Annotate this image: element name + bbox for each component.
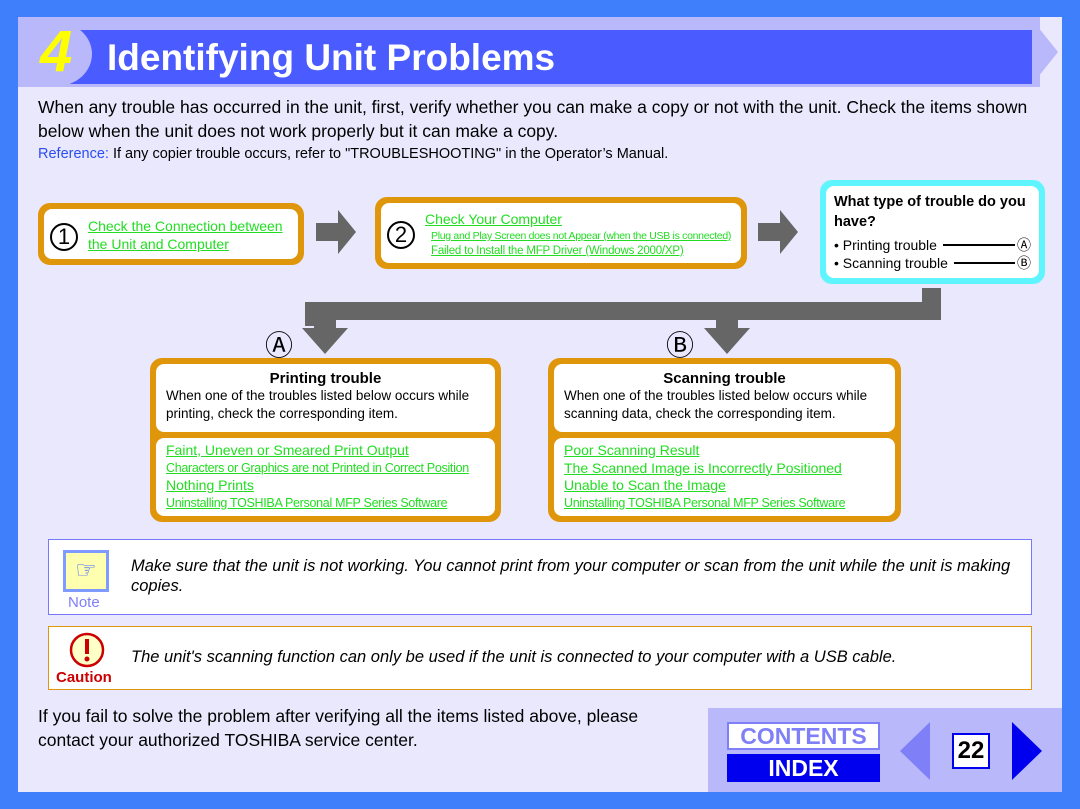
- link-line1[interactable]: Check the Connection between: [88, 218, 283, 234]
- position-link[interactable]: Characters or Graphics are not Printed i…: [166, 460, 485, 478]
- arrow-line: [953, 254, 1015, 264]
- link-line2[interactable]: the Unit and Computer: [88, 236, 229, 252]
- trouble-type-question: What type of trouble do you have?: [834, 194, 1026, 230]
- index-button[interactable]: INDEX: [727, 754, 880, 782]
- step1-number: 1: [50, 223, 78, 251]
- check-connection-link[interactable]: Check the Connection between the Unit and…: [88, 217, 283, 253]
- printing-trouble-desc: When one of the troubles listed below oc…: [166, 388, 470, 421]
- step1-box: 1 Check the Connection between the Unit a…: [38, 203, 304, 265]
- arrow-line: [942, 236, 1015, 246]
- next-page-icon[interactable]: [1012, 722, 1042, 780]
- page-number: 22: [952, 733, 990, 769]
- caution-text: The unit's scanning function can only be…: [131, 648, 897, 666]
- unable-scan-link[interactable]: Unable to Scan the Image: [564, 477, 885, 495]
- printing-trouble-box: Printing trouble When one of the trouble…: [150, 358, 501, 522]
- note-text: Make sure that the unit is not working. …: [131, 557, 1011, 595]
- right-arrow-icon: [758, 210, 798, 254]
- intro-text: When any trouble has occurred in the uni…: [38, 97, 1028, 141]
- trouble-type-box: What type of trouble do you have? • Prin…: [820, 180, 1045, 284]
- plug-and-play-link[interactable]: Plug and Play Screen does not Appear (wh…: [431, 230, 731, 242]
- option-target: Ⓑ: [1017, 255, 1031, 271]
- install-driver-link[interactable]: Failed to Install the MFP Driver (Window…: [431, 245, 684, 257]
- caution-box: Caution The unit's scanning function can…: [48, 626, 1032, 690]
- connector-horizontal: [305, 302, 941, 320]
- pointing-hand-icon: ☞: [63, 550, 109, 592]
- reference-label: Reference:: [38, 146, 109, 162]
- check-computer-link[interactable]: Check Your Computer: [425, 211, 562, 227]
- option-scanning: • Scanning trouble Ⓑ: [834, 254, 1031, 272]
- printing-trouble-title: Printing trouble: [269, 370, 382, 387]
- incorrect-position-link[interactable]: The Scanned Image is Incorrectly Positio…: [564, 460, 885, 478]
- step2-number: 2: [387, 221, 415, 249]
- caution-label: Caution: [56, 669, 112, 686]
- down-arrow-icon: [704, 318, 750, 354]
- chapter-number: 4: [40, 19, 73, 84]
- note-label: Note: [68, 594, 100, 611]
- printing-links: Faint, Uneven or Smeared Print Output Ch…: [156, 438, 495, 516]
- nothing-prints-link[interactable]: Nothing Prints: [166, 477, 485, 495]
- contents-button[interactable]: CONTENTS: [727, 722, 880, 750]
- right-arrow-icon: [316, 210, 356, 254]
- reference-text: If any copier trouble occurs, refer to "…: [108, 146, 669, 162]
- scanning-trouble-box: Scanning trouble When one of the trouble…: [548, 358, 901, 522]
- option-printing: • Printing trouble Ⓐ: [834, 236, 1031, 254]
- option-label: • Printing trouble: [834, 237, 937, 253]
- footer-text: If you fail to solve the problem after v…: [38, 706, 639, 750]
- exclamation-icon: [69, 632, 105, 668]
- scanning-links: Poor Scanning Result The Scanned Image i…: [554, 438, 895, 516]
- reference: Reference: If any copier trouble occurs,…: [38, 146, 668, 162]
- poor-scanning-link[interactable]: Poor Scanning Result: [564, 442, 885, 460]
- uninstall-link[interactable]: Uninstalling TOSHIBA Personal MFP Series…: [564, 495, 885, 513]
- option-target: Ⓐ: [1017, 237, 1031, 253]
- down-arrow-icon: [302, 318, 348, 354]
- faint-output-link[interactable]: Faint, Uneven or Smeared Print Output: [166, 442, 485, 460]
- uninstall-link[interactable]: Uninstalling TOSHIBA Personal MFP Series…: [166, 495, 485, 513]
- scanning-trouble-desc: When one of the troubles listed below oc…: [564, 388, 868, 421]
- note-box: ☞ Note Make sure that the unit is not wo…: [48, 539, 1032, 615]
- scanning-trouble-title: Scanning trouble: [663, 370, 786, 387]
- option-label: • Scanning trouble: [834, 255, 948, 271]
- previous-page-icon[interactable]: [900, 722, 930, 780]
- page-title: Identifying Unit Problems: [107, 37, 556, 78]
- header-arrow: [1030, 17, 1058, 87]
- step2-box: 2 Check Your Computer Plug and Play Scre…: [375, 197, 747, 269]
